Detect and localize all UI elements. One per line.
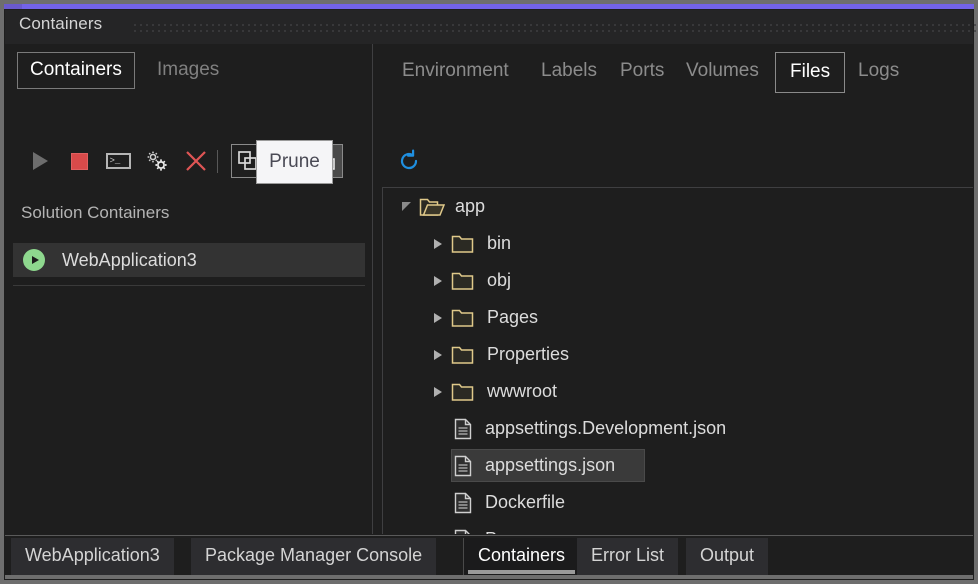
chevron-right-icon[interactable] bbox=[425, 386, 451, 397]
bottom-base-line bbox=[5, 575, 973, 579]
tree-row[interactable]: Dockerfile bbox=[383, 484, 973, 521]
page-title: Containers bbox=[19, 14, 103, 33]
settings-button[interactable] bbox=[140, 144, 174, 178]
right-pane: Environment Labels Ports Volumes Files L… bbox=[382, 44, 973, 534]
tree-item-label: appsettings.Development.json bbox=[485, 418, 727, 438]
bottom-tab-containers[interactable]: Containers bbox=[463, 538, 581, 576]
bottom-tab-label: Package Manager Console bbox=[205, 545, 423, 565]
remove-button[interactable] bbox=[179, 144, 213, 178]
file-tree[interactable]: app bin obj Pages Properties wwwroot app… bbox=[382, 187, 973, 534]
tab-files[interactable]: Files bbox=[775, 52, 846, 93]
tree-item-label: obj bbox=[487, 270, 512, 290]
tab-logs[interactable]: Logs bbox=[848, 54, 909, 89]
tree-item-label: Program.cs bbox=[485, 529, 577, 534]
file-icon bbox=[454, 455, 472, 476]
stop-square-icon bbox=[70, 152, 88, 170]
tree-row[interactable]: Pages bbox=[383, 299, 973, 336]
container-list-item[interactable]: WebApplication3 bbox=[13, 243, 365, 277]
folder-open-icon bbox=[419, 198, 445, 216]
tab-images[interactable]: Images bbox=[145, 53, 231, 88]
tab-files-label: Files bbox=[790, 61, 831, 82]
drag-grip-dots-icon[interactable] bbox=[132, 22, 977, 33]
bottom-tab-label: WebApplication3 bbox=[25, 545, 160, 565]
chevron-right-icon[interactable] bbox=[425, 275, 451, 286]
tab-labels[interactable]: Labels bbox=[531, 54, 607, 89]
tree-item-label: Properties bbox=[487, 344, 570, 364]
chevron-right-icon[interactable] bbox=[425, 312, 451, 323]
window-title-bar[interactable]: Containers bbox=[5, 10, 977, 44]
tab-images-label: Images bbox=[157, 59, 220, 80]
accent-bar-highlight bbox=[22, 4, 974, 9]
chevron-right-icon[interactable] bbox=[425, 238, 451, 249]
play-icon bbox=[32, 152, 48, 170]
bottom-tab-webapplication3[interactable]: WebApplication3 bbox=[11, 538, 174, 576]
bottom-tab-label: Containers bbox=[478, 545, 566, 565]
files-toolbar bbox=[392, 144, 432, 184]
tree-row[interactable]: bin bbox=[383, 225, 973, 262]
left-subtabs: Containers Images bbox=[5, 52, 372, 96]
details-tabs: Environment Labels Ports Volumes Files L… bbox=[382, 52, 973, 98]
tree-item-label: Dockerfile bbox=[485, 492, 566, 512]
tree-item-label: bin bbox=[487, 233, 512, 253]
list-separator bbox=[13, 285, 365, 286]
solution-containers-header: Solution Containers bbox=[21, 203, 170, 222]
tab-environment[interactable]: Environment bbox=[392, 54, 519, 89]
folder-icon bbox=[451, 235, 474, 253]
prune-tooltip: Prune bbox=[256, 140, 333, 184]
left-pane: Containers Images >_ Solution Containers… bbox=[5, 44, 373, 534]
refresh-circular-arrow-icon bbox=[400, 149, 418, 170]
container-name-label: WebApplication3 bbox=[62, 249, 197, 270]
tree-row[interactable]: Properties bbox=[383, 336, 973, 373]
prune-tooltip-label: Prune bbox=[269, 151, 320, 172]
tab-containers-label: Containers bbox=[30, 59, 122, 80]
tree-row[interactable]: Program.cs bbox=[383, 521, 973, 534]
tree-row[interactable]: appsettings.Development.json bbox=[383, 410, 973, 447]
tab-ports[interactable]: Ports bbox=[610, 54, 674, 89]
tab-logs-label: Logs bbox=[858, 60, 900, 81]
refresh-files-button[interactable] bbox=[392, 144, 426, 178]
tab-labels-label: Labels bbox=[541, 60, 597, 81]
tree-row[interactable]: app bbox=[383, 188, 973, 225]
tab-volumes[interactable]: Volumes bbox=[676, 54, 769, 89]
folder-icon bbox=[451, 309, 474, 327]
start-button[interactable] bbox=[23, 144, 57, 178]
folder-icon bbox=[451, 383, 474, 401]
bottom-tab-output[interactable]: Output bbox=[686, 538, 769, 576]
tree-item-label: appsettings.json bbox=[485, 455, 616, 475]
bottom-tab-error-list[interactable]: Error List bbox=[577, 538, 679, 576]
tree-item-label: Pages bbox=[487, 307, 539, 327]
tab-containers[interactable]: Containers bbox=[17, 52, 135, 89]
file-icon bbox=[454, 492, 472, 513]
folder-icon bbox=[451, 272, 474, 290]
gears-icon bbox=[147, 151, 167, 171]
tree-row[interactable]: obj bbox=[383, 262, 973, 299]
bottom-tab-package-manager-console[interactable]: Package Manager Console bbox=[191, 538, 437, 576]
tree-row[interactable]: wwwroot bbox=[383, 373, 973, 410]
tree-item-label: app bbox=[455, 196, 486, 216]
chevron-down-icon[interactable] bbox=[393, 202, 419, 211]
tab-environment-label: Environment bbox=[402, 60, 509, 81]
bottom-tab-label: Output bbox=[700, 545, 755, 565]
open-terminal-button[interactable] bbox=[101, 144, 135, 178]
running-play-dot-icon bbox=[23, 249, 45, 271]
close-x-icon bbox=[186, 151, 206, 171]
bottom-tab-strip: WebApplication3 Package Manager Console … bbox=[5, 535, 973, 580]
bottom-tab-label: Error List bbox=[591, 545, 665, 565]
tree-row[interactable]: appsettings.json bbox=[383, 447, 973, 484]
tab-ports-label: Ports bbox=[620, 60, 665, 81]
file-icon bbox=[454, 418, 472, 439]
folder-icon bbox=[451, 346, 474, 364]
toolbar-separator bbox=[217, 150, 218, 173]
tree-item-label: wwwroot bbox=[487, 381, 558, 401]
terminal-icon bbox=[105, 153, 131, 169]
containers-tool-window: Containers Containers Images >_ Solution… bbox=[0, 0, 978, 584]
stop-button[interactable] bbox=[62, 144, 96, 178]
tab-volumes-label: Volumes bbox=[686, 60, 759, 81]
file-icon bbox=[454, 529, 471, 534]
chevron-right-icon[interactable] bbox=[425, 349, 451, 360]
